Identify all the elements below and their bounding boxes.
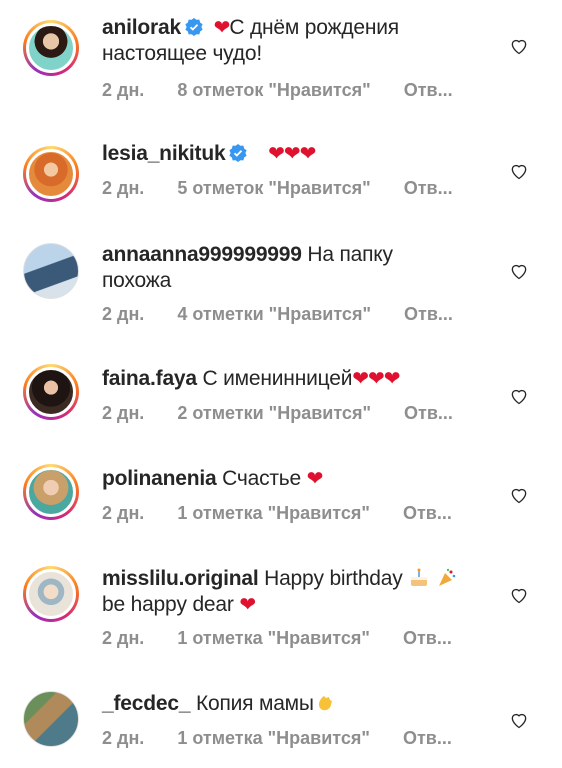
comment-likes[interactable]: 2 отметки "Нравится" [177, 403, 371, 423]
comment-likes[interactable]: 1 отметка "Нравится" [177, 503, 370, 523]
comment-time: 2 дн. [102, 628, 145, 648]
heart-emoji: ❤❤❤ [352, 368, 400, 390]
comment-text: Happy birthday [264, 567, 403, 590]
reply-button[interactable]: Отв... [404, 80, 453, 100]
comment-time: 2 дн. [102, 503, 145, 523]
comment-list: anilorak ❤С днём рождения настоящее чудо… [0, 0, 562, 768]
avatar[interactable] [23, 691, 79, 747]
verified-badge-icon [185, 18, 203, 36]
heart-emoji: ❤ [239, 594, 256, 616]
comment-text-line2: be happy dear [102, 593, 234, 616]
comment-username[interactable]: polinanenia [102, 467, 217, 490]
avatar[interactable] [23, 146, 79, 202]
comment-likes[interactable]: 8 отметок "Нравится" [177, 80, 370, 100]
comment-text: Счастье [222, 467, 302, 490]
reply-button[interactable]: Отв... [403, 628, 452, 648]
comment-likes[interactable]: 1 отметка "Нравится" [177, 728, 370, 748]
comment-meta: 2 дн. 1 отметка "Нравится" Отв... [102, 628, 480, 649]
comment-time: 2 дн. [102, 304, 145, 324]
heart-emoji: ❤ [213, 17, 231, 39]
comment-meta: 2 дн. 5 отметок "Нравится" Отв... [102, 178, 481, 199]
comment-meta: 2 дн. 8 отметок "Нравится" Отв... [102, 80, 481, 101]
reply-button[interactable]: Отв... [403, 728, 452, 748]
heart-emoji: ❤❤❤ [268, 143, 316, 165]
heart-outline-icon[interactable] [509, 161, 529, 181]
comment-username[interactable]: faina.faya [102, 367, 197, 390]
avatar[interactable] [23, 364, 79, 420]
comment-username[interactable]: misslilu.original [102, 567, 259, 590]
comment-likes[interactable]: 1 отметка "Нравится" [177, 628, 370, 648]
heart-outline-icon[interactable] [509, 710, 529, 730]
heart-outline-icon[interactable] [509, 386, 529, 406]
comment-likes[interactable]: 4 отметки "Нравится" [177, 304, 371, 324]
reply-button[interactable]: Отв... [404, 403, 453, 423]
heart-outline-icon[interactable] [509, 485, 529, 505]
birthday-cake-icon [411, 568, 428, 586]
comment-time: 2 дн. [102, 80, 145, 100]
comment-username[interactable]: _fecdec_ [102, 692, 190, 715]
reply-button[interactable]: Отв... [403, 503, 452, 523]
comment-text: Копия мамы [195, 692, 314, 715]
comment-time: 2 дн. [102, 178, 145, 198]
comment-meta: 2 дн. 1 отметка "Нравится" Отв... [102, 728, 480, 749]
comment-username[interactable]: anilorak [102, 16, 181, 39]
heart-outline-icon[interactable] [509, 261, 529, 281]
comment-text: С именинницей [202, 367, 353, 390]
heart-outline-icon[interactable] [509, 585, 529, 605]
avatar[interactable] [23, 566, 79, 622]
heart-outline-icon[interactable] [509, 36, 529, 56]
clapping-hands-icon [318, 696, 332, 711]
comment-meta: 2 дн. 4 отметки "Нравится" Отв... [102, 304, 481, 325]
avatar[interactable] [23, 243, 79, 299]
reply-button[interactable]: Отв... [404, 178, 453, 198]
comment-likes[interactable]: 5 отметок "Нравится" [177, 178, 370, 198]
comment-time: 2 дн. [102, 403, 145, 423]
reply-button[interactable]: Отв... [404, 304, 453, 324]
avatar[interactable] [23, 20, 79, 76]
comment-meta: 2 дн. 2 отметки "Нравится" Отв... [102, 403, 481, 424]
verified-badge-icon [229, 144, 248, 162]
heart-emoji: ❤ [306, 468, 324, 490]
comment-username[interactable]: annaanna999999999 [102, 243, 302, 266]
party-popper-icon [438, 568, 456, 586]
avatar[interactable] [23, 464, 79, 520]
comment-meta: 2 дн. 1 отметка "Нравится" Отв... [102, 503, 480, 524]
comment-username[interactable]: lesia_nikituk [102, 142, 226, 165]
comment-time: 2 дн. [102, 728, 145, 748]
